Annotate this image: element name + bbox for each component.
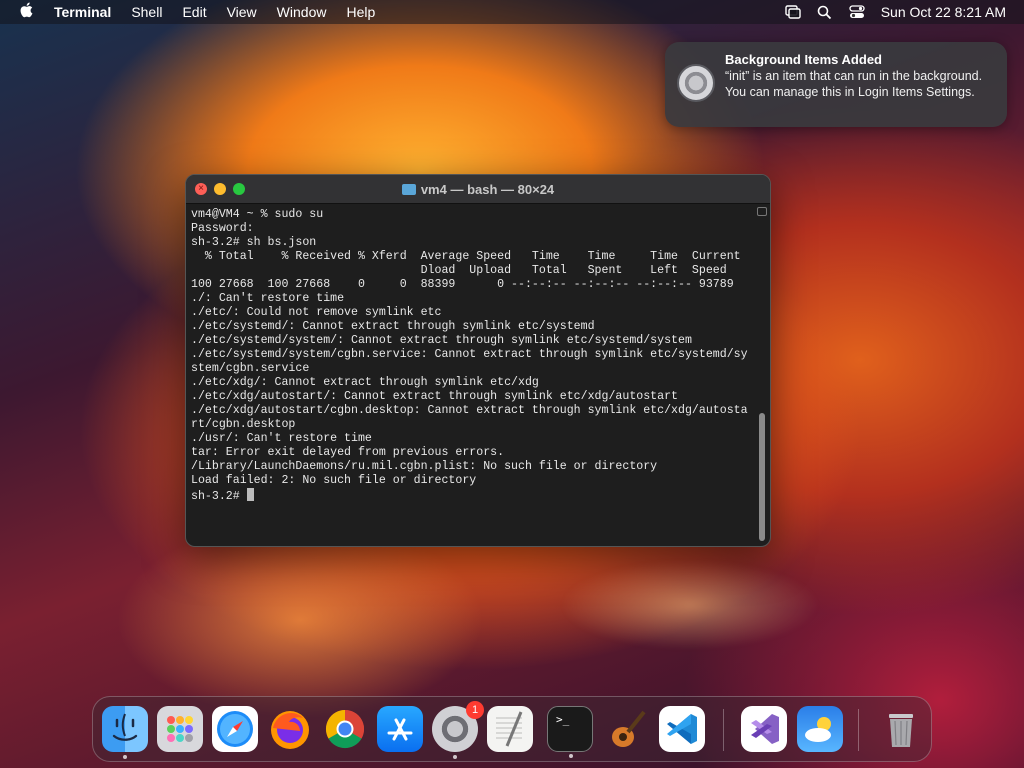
trash-icon[interactable]	[878, 706, 924, 752]
menu-shell[interactable]: Shell	[121, 4, 172, 20]
apple-menu-icon[interactable]	[0, 2, 52, 22]
menu-terminal[interactable]: Terminal	[52, 4, 121, 20]
menu-bar: Terminal Shell Edit View Window Help Sun…	[0, 0, 1024, 24]
visual-studio-icon[interactable]	[741, 706, 787, 752]
running-indicator	[569, 754, 573, 758]
terminal-line: 100 27668 100 27668 0 0 88399 0 --:--:--…	[191, 278, 734, 291]
terminal-title-bar[interactable]: × vm4 — bash — 80×24	[186, 175, 770, 204]
finder-icon[interactable]	[102, 706, 148, 759]
terminal-line: tar: Error exit delayed from previous er…	[191, 446, 505, 459]
window-title-text: vm4 — bash — 80×24	[420, 182, 555, 197]
terminal-line: % Total % Received % Xferd Average Speed…	[191, 250, 741, 263]
menu-clock[interactable]: Sun Oct 22 8:21 AM	[881, 4, 1006, 20]
terminal-icon[interactable]: >_	[547, 706, 593, 758]
safari-icon[interactable]	[212, 706, 258, 752]
app-store-icon[interactable]	[377, 706, 423, 752]
terminal-window[interactable]: × vm4 — bash — 80×24 vm4@VM4 ~ % sudo su…	[185, 174, 771, 547]
terminal-line: sh-3.2# sh bs.json	[191, 236, 317, 249]
menu-window[interactable]: Window	[267, 4, 337, 20]
terminal-line: ./etc/xdg/: Cannot extract through symli…	[191, 376, 539, 389]
terminal-line: rt/cgbn.desktop	[191, 418, 296, 431]
terminal-line: ./etc/systemd/system/: Cannot extract th…	[191, 334, 692, 347]
terminal-line: ./etc/xdg/autostart/: Cannot extract thr…	[191, 390, 679, 403]
dock: 1 >_	[92, 696, 932, 762]
terminal-line: vm4@VM4 ~ % sudo su	[191, 208, 324, 221]
terminal-line: ./usr/: Can't restore time	[191, 432, 372, 445]
terminal-line: Load failed: 2: No such file or director…	[191, 474, 477, 487]
terminal-line: ./etc/xdg/autostart/cgbn.desktop: Cannot…	[191, 404, 748, 417]
wallpaper-highlight	[560, 560, 820, 650]
dock-separator	[858, 709, 859, 751]
notification-title: Background Items Added	[725, 52, 882, 67]
system-settings-gear-icon	[677, 64, 715, 102]
notification-banner[interactable]: Background Items Added “init” is an item…	[665, 42, 1007, 127]
textedit-icon[interactable]	[487, 706, 533, 752]
dock-separator	[723, 709, 724, 751]
text-cursor	[246, 488, 254, 501]
scroll-split-icon[interactable]	[757, 207, 767, 216]
terminal-line: Password:	[191, 222, 254, 235]
running-indicator	[453, 755, 457, 759]
menu-view[interactable]: View	[217, 4, 267, 20]
terminal-line: Dload Upload Total Spent Left Speed	[191, 264, 727, 277]
terminal-line: /Library/LaunchDaemons/ru.mil.cgbn.plist…	[191, 460, 658, 473]
notification-badge: 1	[466, 701, 484, 719]
terminal-line: ./: Can't restore time	[191, 292, 345, 305]
notification-body: “init” is an item that can run in the ba…	[725, 69, 983, 99]
control-center-icon[interactable]	[849, 5, 865, 19]
terminal-prompt-glyph: >_	[556, 713, 570, 726]
launchpad-icon[interactable]	[157, 706, 203, 752]
menu-help[interactable]: Help	[336, 4, 385, 20]
terminal-line: sh-3.2#	[191, 488, 756, 504]
terminal-output[interactable]: vm4@VM4 ~ % sudo su Password: sh-3.2# sh b…	[191, 208, 756, 504]
terminal-line: ./etc/systemd/: Cannot extract through s…	[191, 320, 595, 333]
terminal-scrollbar[interactable]	[756, 205, 768, 545]
scrollbar-thumb[interactable]	[759, 413, 765, 541]
weather-icon[interactable]	[797, 706, 843, 752]
terminal-line: stem/cgbn.service	[191, 362, 310, 375]
screen-mirroring-icon[interactable]	[785, 5, 801, 19]
window-title: vm4 — bash — 80×24	[186, 182, 770, 197]
folder-icon	[401, 184, 416, 195]
garageband-icon[interactable]	[604, 706, 650, 752]
terminal-line: ./etc/systemd/system/cgbn.service: Canno…	[191, 348, 748, 361]
terminal-line: ./etc/: Could not remove symlink etc	[191, 306, 442, 319]
system-settings-icon[interactable]: 1	[432, 701, 484, 759]
spotlight-search-icon[interactable]	[817, 5, 833, 20]
vscode-icon[interactable]	[659, 706, 705, 752]
chrome-icon[interactable]	[322, 706, 368, 752]
menu-edit[interactable]: Edit	[172, 4, 216, 20]
running-indicator	[123, 755, 127, 759]
firefox-icon[interactable]	[267, 706, 313, 752]
